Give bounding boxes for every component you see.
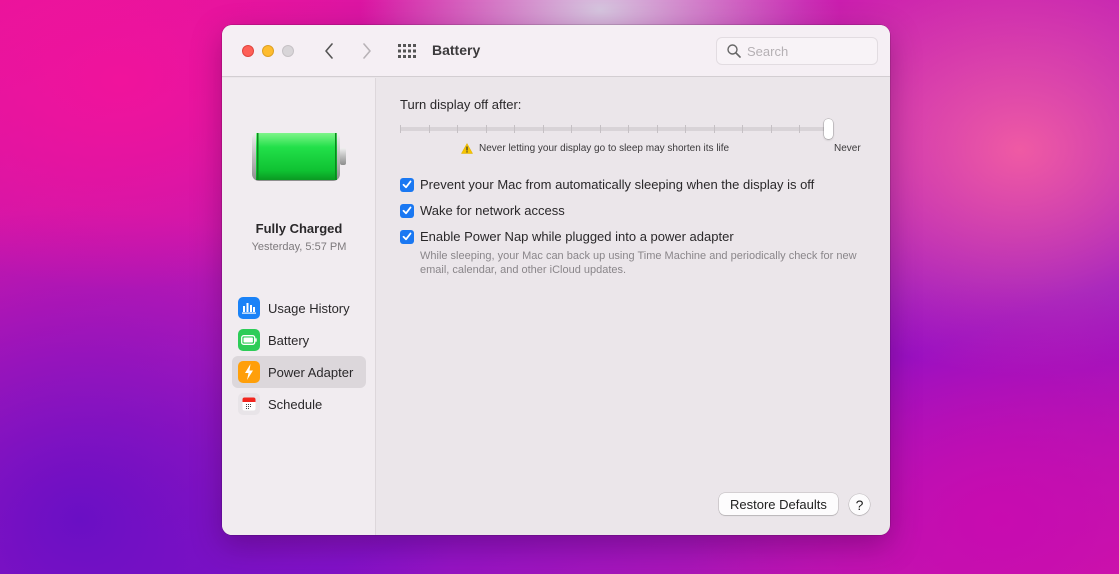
slider-tick (713, 125, 715, 133)
slider-track[interactable] (400, 127, 828, 131)
forward-button[interactable] (358, 41, 376, 61)
sidebar: Fully Charged Yesterday, 5:57 PM Usage H… (222, 78, 376, 535)
minimize-button[interactable] (262, 45, 274, 57)
sidebar-item-label: Usage History (268, 300, 350, 316)
checkmark-icon (402, 206, 412, 215)
warning-icon (461, 143, 473, 154)
power-nap-description: While sleeping, your Mac can back up usi… (420, 250, 857, 276)
slider-tick (599, 125, 601, 133)
sidebar-item-usage-history[interactable]: Usage History (232, 292, 366, 324)
sidebar-item-label: Battery (268, 332, 310, 348)
chevron-left-icon (325, 43, 333, 59)
back-button[interactable] (320, 41, 338, 61)
show-all-button[interactable] (398, 43, 416, 59)
lightning-icon (238, 361, 260, 383)
checkmark-icon (402, 232, 412, 241)
restore-defaults-button[interactable]: Restore Defaults (719, 493, 838, 515)
battery-status-time: Yesterday, 5:57 PM (251, 241, 347, 253)
bar-chart-icon (238, 297, 260, 319)
power-nap-checkbox[interactable] (400, 229, 414, 244)
battery-preferences-window: Battery Search Fully Charged Yesterday, … (222, 25, 890, 535)
slider-tick (400, 125, 401, 133)
option-label: Enable Power Nap while plugged into a po… (420, 229, 734, 244)
slider-tick (685, 125, 687, 133)
window-title: Battery (432, 42, 481, 58)
battery-charged-icon (252, 132, 346, 181)
option-label: Wake for network access (420, 203, 565, 218)
checkmark-icon (402, 180, 412, 189)
slider-tick (428, 125, 430, 133)
wake-network-option[interactable]: Wake for network access (400, 203, 565, 218)
slider-tick (770, 125, 772, 133)
slider-thumb[interactable] (824, 119, 833, 139)
close-button[interactable] (242, 45, 254, 57)
battery-icon (238, 329, 260, 351)
search-input[interactable] (747, 43, 867, 59)
warning-text: Never letting your display go to sleep m… (479, 143, 730, 154)
chevron-right-icon (363, 43, 371, 59)
calendar-icon (238, 393, 260, 415)
sidebar-item-power-adapter[interactable]: Power Adapter (232, 356, 366, 388)
slider-tick (742, 125, 744, 133)
sidebar-item-battery[interactable]: Battery (232, 324, 366, 356)
sidebar-nav: Usage History Battery Power Adapter Sche… (232, 292, 366, 420)
sidebar-item-schedule[interactable]: Schedule (232, 388, 366, 420)
display-off-label: Turn display off after: (400, 97, 522, 112)
power-nap-option[interactable]: Enable Power Nap while plugged into a po… (400, 229, 734, 244)
slider-tick (656, 125, 658, 133)
wake-network-checkbox[interactable] (400, 203, 414, 218)
slider-tick (485, 125, 487, 133)
sidebar-item-label: Power Adapter (268, 364, 354, 380)
slider-tick (628, 125, 630, 133)
display-off-slider[interactable] (400, 119, 840, 139)
option-label: Prevent your Mac from automatically slee… (420, 177, 815, 192)
battery-status: Fully Charged (255, 221, 343, 236)
grid-icon (398, 44, 416, 58)
slider-tick (571, 125, 573, 133)
help-button[interactable]: ? (849, 494, 870, 515)
slider-tick (457, 125, 459, 133)
slider-tick (514, 125, 516, 133)
zoom-button[interactable] (282, 45, 294, 57)
search-field[interactable] (716, 37, 878, 65)
title-bar: Battery (222, 25, 890, 77)
power-adapter-pane: Turn display off after: Never letting yo… (377, 78, 890, 535)
sidebar-item-label: Schedule (268, 396, 323, 412)
slider-value-label: Never (834, 143, 861, 154)
prevent-sleep-checkbox[interactable] (400, 177, 414, 192)
prevent-sleep-option[interactable]: Prevent your Mac from automatically slee… (400, 177, 814, 192)
slider-tick (542, 125, 544, 133)
search-icon (727, 44, 741, 58)
sleep-warning: Never letting your display go to sleep m… (461, 143, 729, 154)
slider-tick (799, 125, 801, 133)
